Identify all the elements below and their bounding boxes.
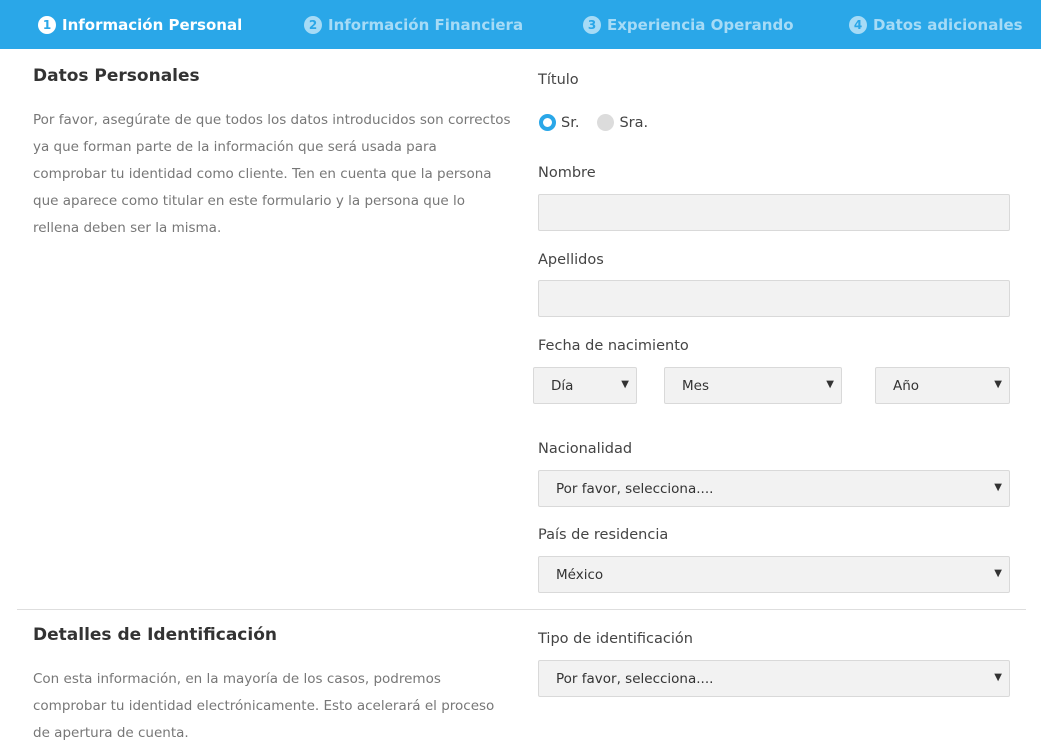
ano-select[interactable]: Año ▼ [875, 367, 1010, 404]
step-label: Datos adicionales [873, 15, 1023, 34]
caret-down-icon: ▼ [994, 672, 1002, 683]
step-label: Información Financiera [328, 15, 524, 34]
dia-select-value: Día [551, 377, 574, 394]
dia-select[interactable]: Día ▼ [533, 367, 637, 404]
radio-sr-label: Sr. [561, 114, 580, 131]
caret-down-icon: ▼ [994, 482, 1002, 493]
radio-sr[interactable]: Sr. [539, 114, 579, 131]
tipo-identificacion-select[interactable]: Por favor, selecciona.... ▼ [538, 660, 1010, 697]
step-number-4: 4 [849, 15, 867, 34]
step-number-1: 1 [38, 15, 56, 34]
radio-sra[interactable]: Sra. [597, 114, 648, 131]
section-title-datos-personales: Datos Personales [33, 66, 200, 86]
pais-residencia-select[interactable]: México ▼ [538, 556, 1010, 593]
section-description-personal: Por favor, asegúrate de que todos los da… [33, 112, 511, 236]
titulo-radio-group: Sr. Sra. [539, 114, 666, 131]
caret-down-icon: ▼ [994, 568, 1002, 579]
step-experiencia-operando[interactable]: 3 Experiencia Operando [583, 0, 794, 49]
step-progress-bar: 1 Información Personal 2 Información Fin… [0, 0, 1041, 49]
nacionalidad-select[interactable]: Por favor, selecciona.... ▼ [538, 470, 1010, 507]
mes-select-value: Mes [682, 377, 709, 394]
nombre-input[interactable] [538, 194, 1010, 231]
caret-down-icon: ▼ [994, 379, 1002, 390]
fecha-nacimiento-label: Fecha de nacimiento [538, 338, 689, 354]
caret-down-icon: ▼ [621, 379, 629, 390]
step-label: Información Personal [62, 15, 243, 34]
step-label: Experiencia Operando [607, 15, 794, 34]
radio-sra-label: Sra. [619, 114, 649, 131]
step-informacion-financiera[interactable]: 2 Información Financiera [304, 0, 523, 49]
mes-select[interactable]: Mes ▼ [664, 367, 842, 404]
step-number-2: 2 [304, 15, 322, 34]
caret-down-icon: ▼ [826, 379, 834, 390]
pais-residencia-select-value: México [556, 566, 604, 583]
radio-selected-icon [539, 114, 556, 131]
pais-residencia-label: País de residencia [538, 527, 669, 543]
step-informacion-personal[interactable]: 1 Información Personal [38, 0, 242, 49]
apellidos-label: Apellidos [538, 252, 604, 268]
section-title-detalles-identificacion: Detalles de Identificación [33, 625, 277, 645]
ano-select-value: Año [893, 377, 920, 394]
nombre-label: Nombre [538, 165, 596, 181]
tipo-identificacion-select-value: Por favor, selecciona.... [556, 670, 714, 687]
nacionalidad-select-value: Por favor, selecciona.... [556, 480, 714, 497]
titulo-label: Título [538, 72, 579, 88]
radio-unselected-icon [597, 114, 615, 131]
apellidos-input[interactable] [538, 280, 1010, 317]
nacionalidad-label: Nacionalidad [538, 441, 633, 457]
section-divider [17, 609, 1026, 610]
tipo-identificacion-label: Tipo de identificación [538, 631, 693, 647]
step-number-3: 3 [583, 15, 601, 34]
step-datos-adicionales[interactable]: 4 Datos adicionales [849, 0, 1023, 49]
